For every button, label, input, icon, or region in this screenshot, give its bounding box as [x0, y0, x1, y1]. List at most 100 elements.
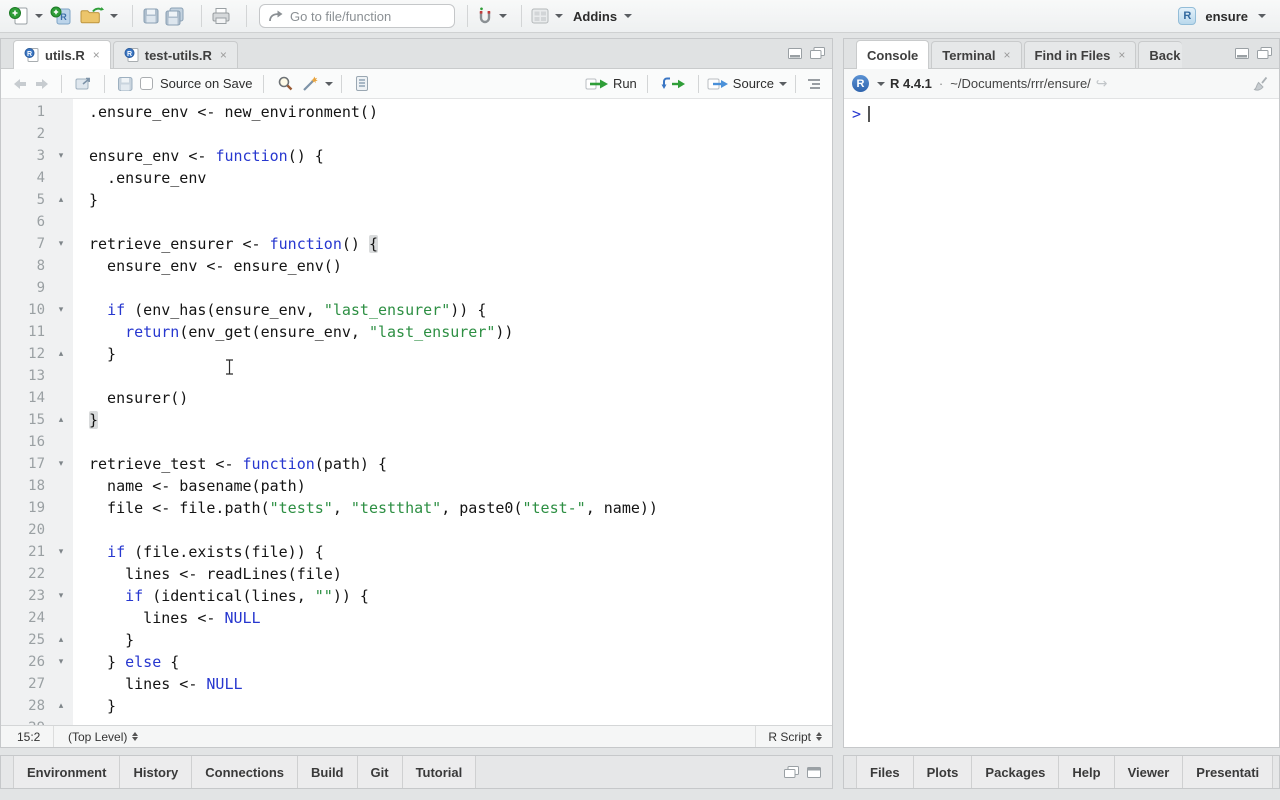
tab-history[interactable]: History [120, 756, 192, 788]
maximize-icon[interactable] [1256, 46, 1273, 60]
console-input-area[interactable]: > [844, 99, 1279, 747]
wand-icon[interactable] [301, 75, 320, 92]
code-line[interactable]: 23▾ if (identical(lines, "")) { [1, 585, 832, 607]
tab-connections[interactable]: Connections [192, 756, 298, 788]
code-line[interactable]: 29 [1, 717, 832, 725]
popout-icon[interactable] [74, 76, 92, 91]
vcs-icon[interactable] [476, 5, 494, 27]
forward-icon[interactable] [33, 77, 51, 91]
tab-help[interactable]: Help [1059, 756, 1114, 788]
source-icon[interactable] [707, 77, 731, 91]
source-button[interactable]: Source [733, 76, 774, 91]
fold-open-icon[interactable]: ▾ [49, 299, 73, 321]
tab-build[interactable]: Build [298, 756, 358, 788]
close-icon[interactable]: × [93, 48, 100, 62]
tab-environment[interactable]: Environment [13, 756, 120, 788]
goto-file-input[interactable] [290, 9, 440, 24]
tab-packages[interactable]: Packages [972, 756, 1059, 788]
save-icon[interactable] [117, 76, 134, 92]
close-icon[interactable]: × [1004, 48, 1011, 62]
code-line[interactable]: 27 lines <- NULL [1, 673, 832, 695]
code-line[interactable]: 5▴} [1, 189, 832, 211]
close-icon[interactable]: × [220, 48, 227, 62]
code-line[interactable]: 4 .ensure_env [1, 167, 832, 189]
code-line[interactable]: 20 [1, 519, 832, 541]
save-all-icon[interactable] [163, 6, 187, 26]
rerun-icon[interactable] [660, 76, 686, 91]
restore-icon[interactable] [783, 765, 800, 779]
code-line[interactable]: 2 [1, 123, 832, 145]
code-line[interactable]: 19 file <- file.path("tests", "testthat"… [1, 497, 832, 519]
open-dir-icon[interactable]: ↪ [1096, 75, 1108, 92]
new-file-caret-icon[interactable] [35, 14, 43, 18]
minimize-icon[interactable] [787, 47, 803, 60]
code-line[interactable]: 26▾ } else { [1, 651, 832, 673]
code-line[interactable]: 3▾ensure_env <- function() { [1, 145, 832, 167]
broom-icon[interactable] [1253, 75, 1271, 93]
addins-menu[interactable]: Addins [569, 9, 632, 24]
code-line[interactable]: 1.ensure_env <- new_environment() [1, 101, 832, 123]
code-line[interactable]: 16 [1, 431, 832, 453]
code-line[interactable]: 17▾retrieve_test <- function(path) { [1, 453, 832, 475]
fold-close-icon[interactable]: ▴ [49, 695, 73, 717]
code-line[interactable]: 24 lines <- NULL [1, 607, 832, 629]
code-line[interactable]: 28▴ } [1, 695, 832, 717]
code-line[interactable]: 13 [1, 365, 832, 387]
back-icon[interactable] [11, 77, 29, 91]
fold-close-icon[interactable]: ▴ [49, 343, 73, 365]
open-folder-icon[interactable] [79, 6, 105, 26]
maximize-icon[interactable] [809, 46, 826, 60]
fold-open-icon[interactable]: ▾ [49, 145, 73, 167]
project-menu[interactable]: R ensure [1178, 7, 1272, 25]
fold-close-icon[interactable]: ▴ [49, 629, 73, 651]
tab-viewer[interactable]: Viewer [1115, 756, 1184, 788]
minimize-icon[interactable] [1234, 47, 1250, 60]
code-line[interactable]: 10▾ if (env_has(ensure_env, "last_ensure… [1, 299, 832, 321]
fold-open-icon[interactable]: ▾ [49, 453, 73, 475]
code-line[interactable]: 7▾retrieve_ensurer <- function() { [1, 233, 832, 255]
code-line[interactable]: 12▴ } [1, 343, 832, 365]
panes-caret-icon[interactable] [555, 14, 563, 18]
code-line[interactable]: 15▴} [1, 409, 832, 431]
fold-open-icon[interactable]: ▾ [49, 585, 73, 607]
code-line[interactable]: 18 name <- basename(path) [1, 475, 832, 497]
fold-close-icon[interactable]: ▴ [49, 409, 73, 431]
outline-icon[interactable] [804, 77, 822, 91]
maximize-icon[interactable] [806, 766, 822, 779]
print-icon[interactable] [210, 6, 232, 26]
open-folder-caret-icon[interactable] [110, 14, 118, 18]
save-icon[interactable] [141, 6, 161, 26]
code-editor[interactable]: 1.ensure_env <- new_environment()23▾ensu… [1, 99, 832, 725]
close-icon[interactable]: × [1118, 48, 1125, 62]
source-on-save-checkbox[interactable] [140, 77, 153, 90]
run-arrow-icon[interactable] [585, 77, 611, 91]
tab-find-in-files[interactable]: Find in Files × [1024, 41, 1137, 68]
fold-open-icon[interactable]: ▾ [49, 541, 73, 563]
fold-open-icon[interactable]: ▾ [49, 233, 73, 255]
r-version-caret-icon[interactable] [877, 82, 885, 86]
panes-layout-icon[interactable] [530, 7, 550, 25]
code-line[interactable]: 22 lines <- readLines(file) [1, 563, 832, 585]
scope-selector[interactable]: (Top Level) [54, 730, 138, 744]
tab-plots[interactable]: Plots [914, 756, 973, 788]
tab-files[interactable]: Files [856, 756, 914, 788]
vcs-caret-icon[interactable] [499, 14, 507, 18]
code-line[interactable]: 25▴ } [1, 629, 832, 651]
run-button[interactable]: Run [613, 76, 637, 91]
goto-file-box[interactable] [259, 4, 455, 28]
new-project-icon[interactable]: R [49, 6, 73, 26]
wand-caret-icon[interactable] [325, 82, 333, 86]
code-line[interactable]: 8 ensure_env <- ensure_env() [1, 255, 832, 277]
file-type-selector[interactable]: R Script [755, 726, 832, 747]
fold-open-icon[interactable]: ▾ [49, 651, 73, 673]
code-line[interactable]: 9 [1, 277, 832, 299]
tab-console[interactable]: Console [856, 40, 929, 69]
code-line[interactable]: 6 [1, 211, 832, 233]
tab-tutorial[interactable]: Tutorial [403, 756, 477, 788]
search-icon[interactable] [277, 75, 294, 92]
source-caret-icon[interactable] [779, 82, 787, 86]
tab-test-utils-r[interactable]: R test-utils.R × [113, 41, 238, 68]
code-line[interactable]: 14 ensurer() [1, 387, 832, 409]
tab-presentation[interactable]: Presentati [1183, 756, 1273, 788]
tab-background-jobs[interactable]: Back [1138, 41, 1182, 68]
